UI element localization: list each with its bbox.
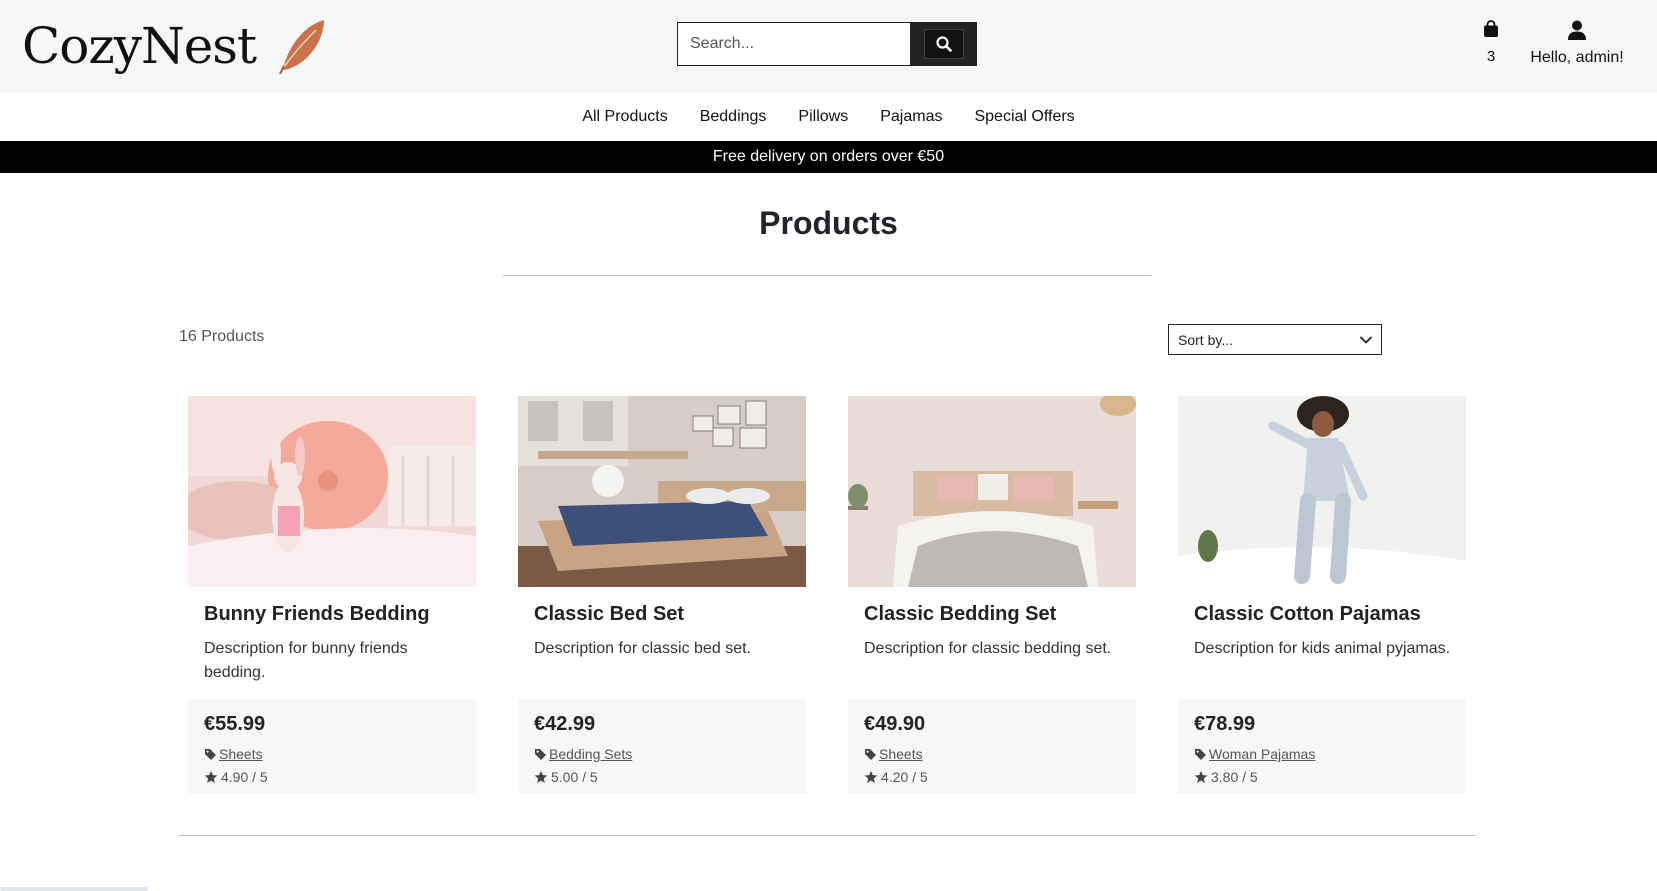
tag-icon (1195, 748, 1206, 760)
product-rating-value: 5.00 / 5 (551, 769, 598, 785)
search-button[interactable] (910, 22, 977, 66)
account-greeting: Hello, admin! (1530, 49, 1624, 66)
product-rating-value: 3.80 / 5 (1211, 769, 1258, 785)
tag-icon (205, 748, 216, 760)
product-rating: 3.80 / 5 (1194, 769, 1258, 785)
tag-icon (535, 748, 546, 760)
product-category-link[interactable]: Bedding Sets (534, 746, 632, 762)
brand-name: CozyNest (22, 17, 257, 75)
product-price: €42.99 (534, 713, 596, 735)
search-form (677, 22, 977, 66)
product-image[interactable] (1178, 396, 1466, 587)
tag-icon (865, 748, 876, 760)
star-icon (204, 770, 218, 783)
product-category: Bedding Sets (549, 746, 633, 762)
nav-beddings[interactable]: Beddings (684, 108, 783, 126)
product-category: Woman Pajamas (1209, 746, 1316, 762)
product-image[interactable] (518, 396, 806, 587)
product-category: Sheets (219, 746, 263, 762)
main-nav: All Products Beddings Pillows Pajamas Sp… (0, 93, 1657, 141)
brand-logo[interactable]: CozyNest (22, 14, 328, 78)
product-card[interactable]: Classic Bedding Set Description for clas… (848, 396, 1136, 794)
product-rating: 5.00 / 5 (534, 769, 598, 785)
title-divider (503, 275, 1151, 276)
search-button-inner (923, 29, 964, 59)
product-footer: €55.99 Sheets 4.90 / 5 (188, 699, 476, 794)
product-title[interactable]: Classic Bed Set (534, 603, 684, 626)
nav-pajamas[interactable]: Pajamas (864, 108, 958, 126)
product-rating: 4.20 / 5 (864, 769, 928, 785)
product-description: Description for bunny friends bedding. (204, 640, 408, 681)
product-footer: €49.90 Sheets 4.20 / 5 (848, 699, 1136, 794)
feather-icon (279, 20, 325, 74)
star-icon (534, 770, 548, 783)
product-card[interactable]: Bunny Friends Bedding Description for bu… (188, 396, 476, 794)
product-description: Description for classic bed set. (534, 640, 751, 657)
product-card[interactable]: Classic Bed Set Description for classic … (518, 396, 806, 794)
product-footer: €42.99 Bedding Sets 5.00 / 5 (518, 699, 806, 794)
section-divider (179, 835, 1476, 836)
product-price: €78.99 (1194, 713, 1256, 735)
account-menu[interactable]: Hello, admin! (1525, 20, 1629, 67)
cart-button[interactable]: 3 (1475, 20, 1507, 65)
product-title[interactable]: Classic Bedding Set (864, 603, 1056, 626)
sort-select[interactable]: Sort by... (1168, 324, 1382, 355)
delivery-banner: Free delivery on orders over €50 (0, 141, 1657, 173)
product-card[interactable]: Classic Cotton Pajamas Description for k… (1178, 396, 1466, 794)
product-title[interactable]: Classic Cotton Pajamas (1194, 603, 1421, 626)
search-icon (935, 36, 952, 52)
product-category-link[interactable]: Sheets (204, 746, 263, 762)
product-image[interactable] (188, 396, 476, 587)
product-price: €55.99 (204, 713, 266, 735)
sort-selected: Sort by... (1178, 331, 1233, 348)
product-rating: 4.90 / 5 (204, 769, 268, 785)
product-footer: €78.99 Woman Pajamas 3.80 / 5 (1178, 699, 1466, 794)
horizontal-scrollbar[interactable] (0, 887, 148, 891)
product-rating-value: 4.90 / 5 (221, 769, 268, 785)
product-description: Description for classic bedding set. (864, 640, 1112, 657)
user-icon (1568, 20, 1586, 40)
star-icon (864, 770, 878, 783)
shopping-bag-icon (1484, 20, 1498, 37)
nav-pillows[interactable]: Pillows (782, 108, 864, 126)
nav-special-offers[interactable]: Special Offers (958, 108, 1090, 126)
product-category: Sheets (879, 746, 923, 762)
star-icon (1194, 770, 1208, 783)
nav-all-products[interactable]: All Products (566, 108, 683, 126)
product-category-link[interactable]: Woman Pajamas (1194, 746, 1315, 762)
product-category-link[interactable]: Sheets (864, 746, 923, 762)
chevron-down-icon (1360, 336, 1372, 344)
search-input[interactable] (677, 22, 910, 66)
product-title[interactable]: Bunny Friends Bedding (204, 603, 430, 626)
product-image[interactable] (848, 396, 1136, 587)
page-title: Products (759, 205, 898, 241)
product-price: €49.90 (864, 713, 926, 735)
product-rating-value: 4.20 / 5 (881, 769, 928, 785)
product-description: Description for kids animal pyjamas. (1194, 640, 1451, 657)
cart-count: 3 (1486, 48, 1496, 65)
header: CozyNest 3 Hello, admin (0, 0, 1657, 93)
product-count: 16 Products (179, 328, 265, 345)
